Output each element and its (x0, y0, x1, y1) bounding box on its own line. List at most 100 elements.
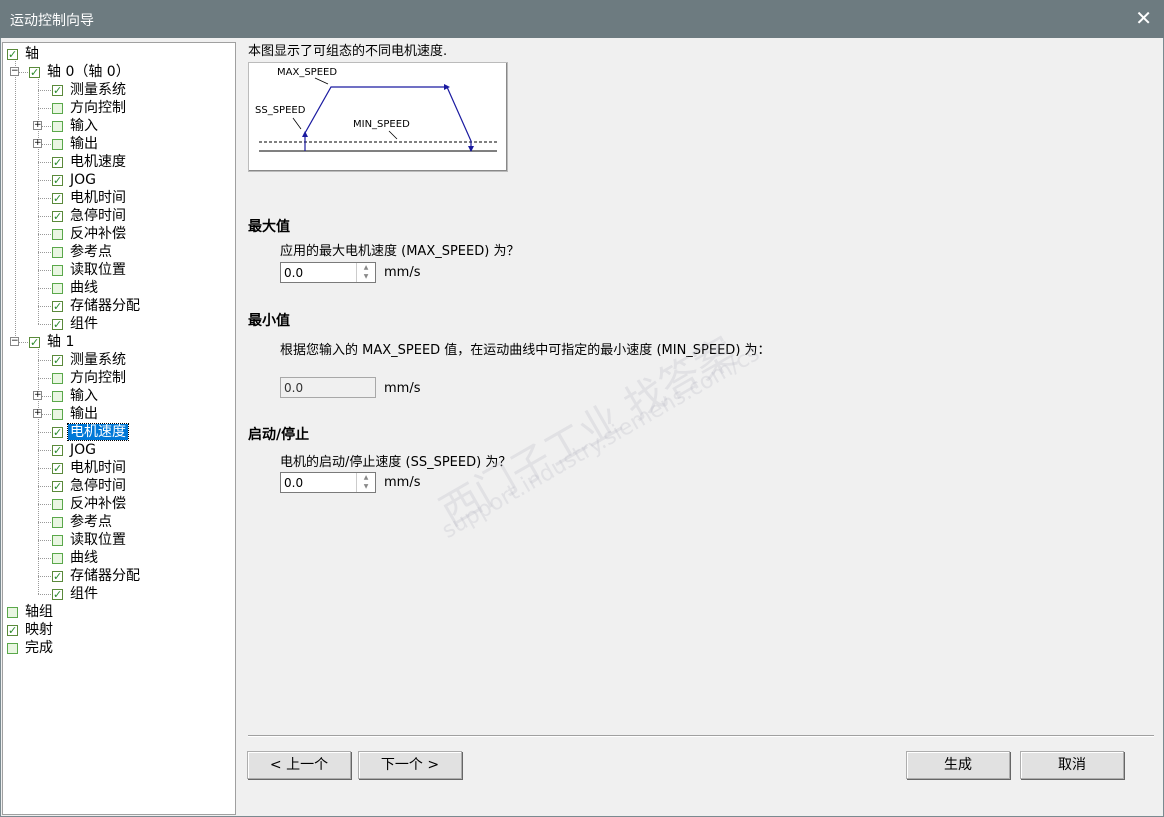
tree-item[interactable]: 存储器分配 (52, 567, 142, 586)
tree-item[interactable]: 输入 (52, 387, 100, 405)
tree-item-label: JOG (70, 172, 96, 188)
tree-item[interactable]: 电机时间 (52, 459, 128, 478)
min-speed-label: MIN_SPEED (353, 119, 410, 130)
tree-item[interactable]: 输入 (52, 117, 100, 135)
min-speed-unit: mm/s (384, 381, 421, 396)
tree-item-label: 反冲补偿 (70, 496, 126, 512)
tree-item-label: 组件 (70, 586, 98, 602)
ss-speed-input[interactable]: ▲▼ (280, 472, 376, 493)
tree-branch-line (38, 198, 51, 199)
checked-icon (52, 190, 63, 208)
tree-item[interactable]: 急停时间 (52, 207, 128, 226)
tree-item[interactable]: 电机速度 (52, 153, 128, 172)
close-icon[interactable]: ✕ (1135, 6, 1152, 30)
tree-item[interactable]: JOG (52, 441, 98, 460)
tree-item[interactable]: 轴 1 (29, 333, 76, 352)
content-panel: 本图显示了可组态的不同电机速度. MAX_SPEED SS_SPEED MIN_… (238, 38, 1164, 817)
tree-item[interactable]: 输出 (52, 405, 100, 423)
next-button[interactable]: 下一个 > (358, 751, 462, 779)
tree-branch-line (38, 306, 51, 307)
tree-branch-line (38, 252, 51, 253)
tree-item[interactable]: 参考点 (52, 243, 114, 261)
tree-branch-line (38, 216, 51, 217)
tree-item[interactable]: 急停时间 (52, 477, 128, 496)
min-question: 根据您输入的 MAX_SPEED 值，在运动曲线中可指定的最小速度 (MIN_S… (280, 343, 771, 358)
startstop-section-title: 启动/停止 (248, 427, 310, 443)
tree-branch-line (38, 378, 51, 379)
tree-item[interactable]: 轴 0（轴 0） (29, 63, 132, 82)
collapse-icon[interactable]: − (10, 67, 19, 76)
tree-item-label: 测量系统 (70, 82, 126, 98)
prev-button[interactable]: < 上一个 (247, 751, 351, 779)
ss-speed-spinner[interactable]: ▲ ▼ (356, 473, 375, 492)
tree-item[interactable]: 参考点 (52, 513, 114, 531)
checked-icon (7, 46, 18, 64)
max-question: 应用的最大电机速度 (MAX_SPEED) 为？ (280, 244, 520, 259)
tree-item-label: JOG (70, 442, 96, 458)
tree-item[interactable]: 完成 (7, 639, 55, 657)
checked-icon (52, 586, 63, 604)
tree-item[interactable]: 反冲补偿 (52, 495, 128, 513)
tree-item[interactable]: 轴组 (7, 603, 55, 621)
min-speed-field (281, 378, 357, 397)
tree-item[interactable]: 反冲补偿 (52, 225, 128, 243)
speed-diagram: MAX_SPEED SS_SPEED MIN_SPEED (248, 62, 508, 172)
expand-icon[interactable]: + (33, 391, 42, 400)
expand-icon[interactable]: + (33, 139, 42, 148)
tree-item[interactable]: 输出 (52, 135, 100, 153)
tree-item[interactable]: 电机时间 (52, 189, 128, 208)
tree-item[interactable]: 方向控制 (52, 99, 128, 117)
unchecked-icon (52, 283, 63, 294)
tree-item[interactable]: 电机速度 (52, 423, 129, 442)
tree-item-label: 方向控制 (70, 100, 126, 116)
tree-branch-line (38, 468, 51, 469)
unchecked-icon (52, 229, 63, 240)
tree-item[interactable]: 曲线 (52, 549, 100, 567)
checked-icon (7, 622, 18, 640)
tree-item-label: 轴 0（轴 0） (47, 64, 130, 80)
ss-speed-field[interactable] (281, 473, 357, 492)
tree-item[interactable]: 映射 (7, 621, 55, 640)
tree-branch-line (38, 162, 51, 163)
tree-item[interactable]: 曲线 (52, 279, 100, 297)
tree-item[interactable]: 存储器分配 (52, 297, 142, 316)
tree-branch-line (38, 450, 51, 451)
unchecked-icon (52, 553, 63, 564)
tree-item[interactable]: 组件 (52, 315, 100, 334)
navigation-tree[interactable]: 轴−轴 0（轴 0）测量系统方向控制+输入+输出电机速度JOG电机时间急停时间反… (2, 42, 236, 815)
tree-item-label: 曲线 (70, 550, 98, 566)
tree-item[interactable]: 测量系统 (52, 81, 128, 100)
max-speed-spinner[interactable]: ▲ ▼ (356, 263, 375, 282)
tree-branch-line (38, 558, 51, 559)
tree-item-label: 轴 (25, 46, 39, 62)
tree-item[interactable]: 方向控制 (52, 369, 128, 387)
max-speed-input[interactable]: ▲▼ (280, 262, 376, 283)
cancel-button[interactable]: 取消 (1020, 751, 1124, 779)
generate-button[interactable]: 生成 (906, 751, 1010, 779)
tree-item-label: 急停时间 (70, 208, 126, 224)
unchecked-icon (52, 373, 63, 384)
tree-item[interactable]: 轴 (7, 45, 41, 64)
tree-item[interactable]: 读取位置 (52, 261, 128, 279)
tree-item[interactable]: 测量系统 (52, 351, 128, 370)
button-separator (248, 735, 1154, 737)
collapse-icon[interactable]: − (10, 337, 19, 346)
unchecked-icon (52, 535, 63, 546)
checked-icon (52, 442, 63, 460)
tree-item[interactable]: JOG (52, 171, 98, 190)
tree-item[interactable]: 组件 (52, 585, 100, 604)
tree-branch-line (38, 288, 51, 289)
tree-branch-line (38, 234, 51, 235)
unchecked-icon (52, 391, 63, 402)
expand-icon[interactable]: + (33, 409, 42, 418)
tree-branch-line (38, 324, 51, 325)
intro-text: 本图显示了可组态的不同电机速度. (248, 44, 448, 59)
tree-item-label: 读取位置 (70, 532, 126, 548)
tree-item[interactable]: 读取位置 (52, 531, 128, 549)
unchecked-icon (52, 121, 63, 132)
checked-icon (52, 568, 63, 586)
max-speed-field[interactable] (281, 263, 357, 282)
tree-item-label: 组件 (70, 316, 98, 332)
expand-icon[interactable]: + (33, 121, 42, 130)
tree-item-label: 急停时间 (70, 478, 126, 494)
